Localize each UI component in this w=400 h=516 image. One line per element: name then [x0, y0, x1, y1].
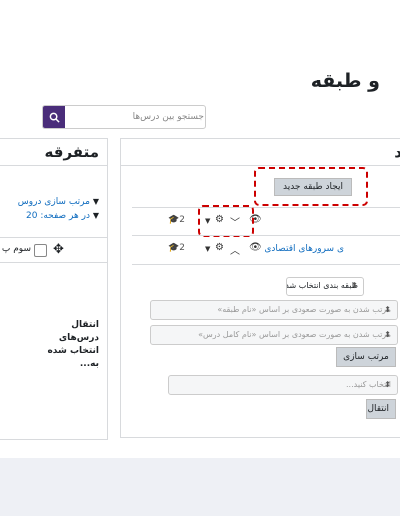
- sort-courses-dropdown[interactable]: ▼ مرتب سازی دروس: [18, 197, 99, 207]
- top-navbar: [0, 0, 400, 49]
- caret-down-icon: ▼: [92, 197, 99, 206]
- search-input[interactable]: [67, 106, 205, 128]
- misc-category-panel: متفرقه ▼ مرتب سازی دروس ▼ در هر صفحه: 20…: [0, 138, 108, 440]
- chevron-up-icon[interactable]: ︿: [230, 242, 240, 257]
- course-checkbox[interactable]: [34, 244, 47, 257]
- graduation-cap-icon: 🎓: [168, 215, 180, 225]
- category-row: 🎓2 👁 ﹀ ⚙ ▼: [132, 207, 400, 236]
- move-icon[interactable]: ✥: [53, 242, 64, 257]
- select-arrows-icon: ⬍: [384, 305, 391, 314]
- misc-panel-title: متفرقه: [44, 143, 99, 161]
- move-target-select[interactable]: انتخاب کنید... ⬍: [168, 375, 398, 395]
- page-title: و طبقه: [310, 70, 380, 92]
- caret-down-icon[interactable]: ▼: [205, 245, 210, 253]
- categories-panel-title: د: [394, 143, 400, 161]
- highlight-box: [254, 167, 368, 206]
- course-count-value: 2: [179, 215, 185, 225]
- move-selected-label: انتقال درس‌های انتخاب شده به...: [47, 320, 99, 369]
- select-arrows-icon: ⬍: [384, 380, 391, 389]
- select-arrows-icon: ⬍: [351, 281, 358, 290]
- course-name-link[interactable]: سوم پ: [0, 244, 31, 254]
- sort-button[interactable]: مرتب سازی: [336, 347, 396, 367]
- categories-panel-header: [121, 139, 400, 166]
- highlight-box: [198, 205, 254, 237]
- misc-panel-header: متفرقه: [0, 139, 107, 166]
- caret-down-icon: ▼: [92, 211, 99, 220]
- course-search: [42, 105, 206, 129]
- search-icon: [49, 112, 60, 123]
- eye-icon[interactable]: 👁: [249, 242, 262, 253]
- graduation-cap-icon: 🎓: [168, 243, 180, 253]
- page-footer: [0, 458, 400, 516]
- sort-by-category-name-select[interactable]: مرتب شدن به صورت صعودی بر اساس «نام طبقه…: [150, 300, 398, 320]
- select-arrows-icon: ⬍: [384, 330, 391, 339]
- course-count: 🎓2: [168, 215, 185, 225]
- category-row: 🎓2 👁 ︿ ⚙ ▼ ی سرورهای اقتصادی: [132, 235, 400, 265]
- sort-courses-label: مرتب سازی دروس: [17, 197, 90, 207]
- sort-by-course-fullname-select[interactable]: مرتب شدن به صورت صعودی بر اساس «نام کامل…: [150, 325, 398, 345]
- per-page-label: در هر صفحه: 20: [26, 211, 90, 221]
- selected-category-select[interactable]: طبقه بندی انتخاب شده ⬍: [286, 277, 364, 296]
- search-button[interactable]: [43, 106, 65, 128]
- course-list-item: ✥ سوم پ: [0, 237, 107, 263]
- course-count: 🎓2: [168, 243, 185, 253]
- gear-icon[interactable]: ⚙: [215, 242, 224, 253]
- per-page-dropdown[interactable]: ▼ در هر صفحه: 20: [26, 211, 99, 221]
- category-name-link[interactable]: ی سرورهای اقتصادی: [264, 244, 344, 254]
- course-count-value: 2: [179, 243, 185, 253]
- move-button[interactable]: انتقال: [366, 399, 396, 419]
